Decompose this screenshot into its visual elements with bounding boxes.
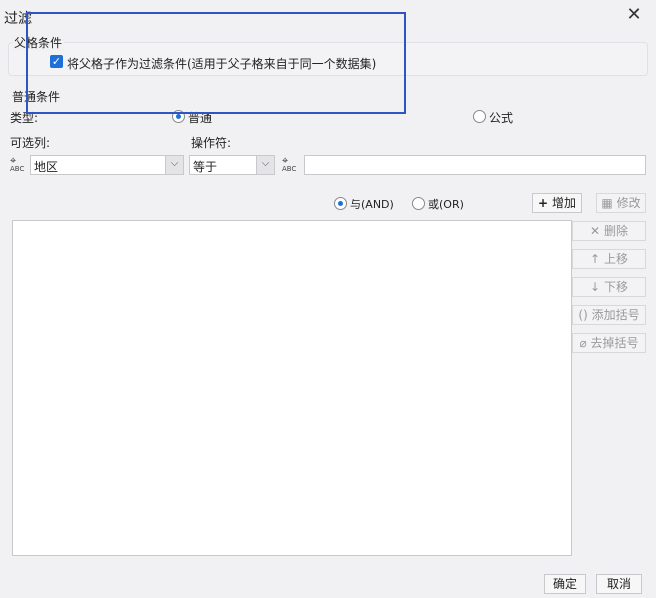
and-label[interactable]: 与(AND) bbox=[350, 196, 394, 212]
close-icon[interactable]: ✕ bbox=[624, 6, 644, 26]
modify-button-label: 修改 bbox=[616, 196, 641, 210]
column-label: 可选列: bbox=[10, 136, 51, 150]
operator-select[interactable]: 等于 ⌵ bbox=[189, 155, 275, 175]
move-down-button-label: 下移 bbox=[603, 280, 628, 294]
move-up-button-label: 上移 bbox=[603, 252, 628, 266]
or-label[interactable]: 或(OR) bbox=[428, 196, 464, 212]
value-input[interactable] bbox=[304, 155, 646, 175]
column-select-value: 地区 bbox=[34, 160, 59, 174]
move-down-button[interactable]: ↓ 下移 bbox=[572, 277, 646, 297]
column-select[interactable]: 地区 ⌵ bbox=[30, 155, 184, 175]
ok-button[interactable]: 确定 bbox=[544, 574, 586, 594]
abc-column-icon[interactable]: ⌖ ABC bbox=[10, 155, 30, 174]
remove-bracket-button[interactable]: ⌀ 去掉括号 bbox=[572, 333, 646, 353]
modify-button[interactable]: ▦ 修改 bbox=[596, 193, 646, 213]
brackets-icon: () bbox=[578, 308, 588, 322]
highlight-rectangle bbox=[26, 12, 406, 114]
and-radio[interactable] bbox=[334, 197, 347, 210]
plus-icon: + bbox=[538, 196, 549, 210]
arrow-up-icon: ↑ bbox=[590, 252, 601, 266]
cancel-button[interactable]: 取消 bbox=[596, 574, 642, 594]
move-up-button[interactable]: ↑ 上移 bbox=[572, 249, 646, 269]
type-formula-label[interactable]: 公式 bbox=[489, 109, 513, 126]
add-bracket-button[interactable]: () 添加括号 bbox=[572, 305, 646, 325]
add-button-label: 增加 bbox=[551, 196, 576, 210]
edit-icon: ▦ bbox=[601, 196, 613, 210]
delete-button[interactable]: ✕ 删除 bbox=[572, 221, 646, 241]
abc-value-icon[interactable]: ⌖ ABC bbox=[282, 155, 302, 174]
operator-label: 操作符: bbox=[191, 136, 232, 150]
remove-bracket-button-label: 去掉括号 bbox=[590, 336, 639, 350]
delete-button-label: 删除 bbox=[603, 224, 628, 238]
add-bracket-button-label: 添加括号 bbox=[591, 308, 640, 322]
or-radio[interactable] bbox=[412, 197, 425, 210]
conditions-list[interactable] bbox=[12, 220, 572, 556]
chevron-down-icon[interactable]: ⌵ bbox=[165, 156, 183, 174]
chevron-down-icon[interactable]: ⌵ bbox=[256, 156, 274, 174]
delete-icon: ✕ bbox=[590, 224, 601, 238]
type-formula-radio[interactable] bbox=[473, 110, 486, 123]
add-button[interactable]: + 增加 bbox=[532, 193, 582, 213]
arrow-down-icon: ↓ bbox=[590, 280, 601, 294]
remove-brackets-icon: ⌀ bbox=[579, 336, 587, 350]
operator-select-value: 等于 bbox=[193, 160, 218, 174]
